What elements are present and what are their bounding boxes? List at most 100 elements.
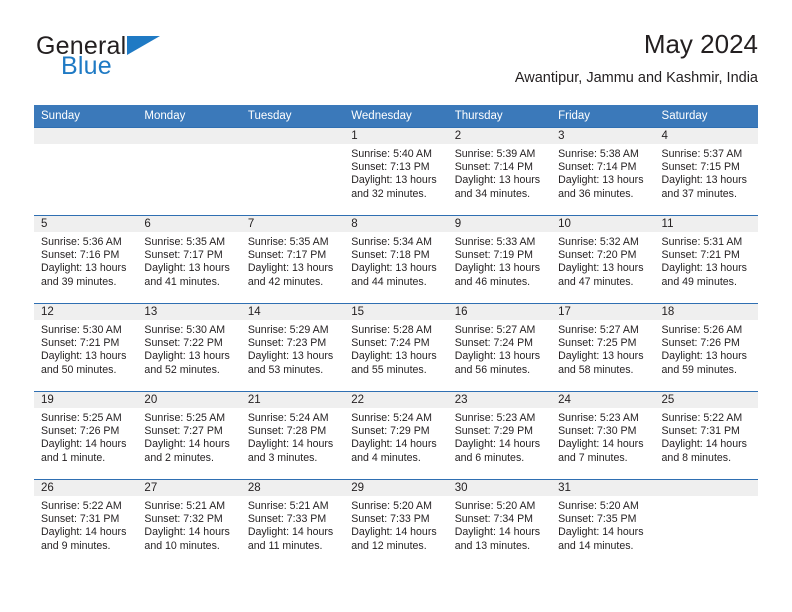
calendar-day-cell[interactable] bbox=[240, 127, 345, 216]
calendar-day-cell[interactable]: 14 Sunrise: 5:29 AM Sunset: 7:23 PM Dayligh… bbox=[240, 303, 345, 392]
sunset-time: Sunset: 7:16 PM bbox=[41, 249, 120, 262]
calendar-day-cell[interactable]: 17 Sunrise: 5:27 AM Sunset: 7:25 PM Dayligh… bbox=[551, 303, 655, 392]
calendar-day-cell[interactable]: 28 Sunrise: 5:21 AM Sunset: 7:33 PM Dayligh… bbox=[240, 479, 345, 567]
calendar-day-cell[interactable]: 5 Sunrise: 5:36 AM Sunset: 7:16 PM Daylight… bbox=[34, 215, 138, 304]
calendar-day-cell[interactable]: 9 Sunrise: 5:33 AM Sunset: 7:19 PM Daylight… bbox=[447, 215, 552, 304]
daylight-duration-line2: and 11 minutes. bbox=[247, 539, 323, 552]
calendar-day-cell[interactable]: 21 Sunrise: 5:24 AM Sunset: 7:28 PM Dayligh… bbox=[240, 391, 345, 480]
daylight-duration-line1: Daylight: 14 hours bbox=[558, 438, 644, 451]
day-number: 20 bbox=[137, 392, 241, 408]
sunrise-time: Sunrise: 5:22 AM bbox=[41, 500, 122, 512]
calendar-day-cell[interactable]: 18 Sunrise: 5:26 AM Sunset: 7:26 PM Dayligh… bbox=[654, 303, 758, 392]
day-cell: 20 Sunrise: 5:25 AM Sunset: 7:27 PM Dayligh… bbox=[137, 392, 241, 479]
calendar-day-cell[interactable]: 30 Sunrise: 5:20 AM Sunset: 7:34 PM Dayligh… bbox=[447, 479, 552, 567]
day-details: Sunrise: 5:20 AM Sunset: 7:35 PM Daylight:… bbox=[551, 496, 654, 553]
day-cell: 22 Sunrise: 5:24 AM Sunset: 7:29 PM Dayligh… bbox=[344, 392, 448, 479]
daylight-duration-line1: Daylight: 13 hours bbox=[351, 174, 437, 187]
calendar-day-cell[interactable] bbox=[654, 479, 758, 567]
sunrise-time: Sunrise: 5:24 AM bbox=[351, 412, 432, 424]
daylight-duration-line2: and 34 minutes. bbox=[454, 187, 531, 200]
day-cell: 7 Sunrise: 5:35 AM Sunset: 7:17 PM Daylight… bbox=[240, 216, 345, 303]
sunset-time: Sunset: 7:19 PM bbox=[454, 249, 534, 262]
daylight-duration-line1: Daylight: 13 hours bbox=[558, 262, 644, 275]
daylight-duration-line1: Daylight: 13 hours bbox=[454, 350, 541, 363]
calendar-day-cell[interactable]: 31 Sunrise: 5:20 AM Sunset: 7:35 PM Dayligh… bbox=[551, 479, 655, 567]
sunrise-time: Sunrise: 5:23 AM bbox=[454, 412, 536, 424]
sunset-time: Sunset: 7:15 PM bbox=[661, 161, 740, 174]
calendar-day-cell[interactable]: 1 Sunrise: 5:40 AM Sunset: 7:13 PM Daylight… bbox=[344, 127, 448, 216]
calendar-day-cell[interactable]: 25 Sunrise: 5:22 AM Sunset: 7:31 PM Dayligh… bbox=[654, 391, 758, 480]
daylight-duration-line2: and 8 minutes. bbox=[661, 451, 732, 464]
calendar-day-cell[interactable]: 20 Sunrise: 5:25 AM Sunset: 7:27 PM Dayligh… bbox=[137, 391, 241, 480]
calendar-day-cell[interactable]: 2 Sunrise: 5:39 AM Sunset: 7:14 PM Daylight… bbox=[447, 127, 552, 216]
calendar-day-cell[interactable]: 16 Sunrise: 5:27 AM Sunset: 7:24 PM Dayligh… bbox=[447, 303, 552, 392]
calendar-day-cell[interactable]: 15 Sunrise: 5:28 AM Sunset: 7:24 PM Dayligh… bbox=[344, 303, 448, 392]
weekday-header-sunday: Sunday bbox=[34, 105, 138, 128]
sunset-time: Sunset: 7:21 PM bbox=[661, 249, 740, 262]
day-details: Sunrise: 5:30 AM Sunset: 7:22 PM Daylight:… bbox=[137, 320, 240, 377]
sunset-time: Sunset: 7:33 PM bbox=[247, 513, 327, 526]
calendar-day-cell[interactable] bbox=[34, 127, 138, 216]
page-subtitle: Awantipur, Jammu and Kashmir, India bbox=[514, 70, 758, 86]
sunrise-time: Sunrise: 5:27 AM bbox=[454, 324, 536, 336]
day-details: Sunrise: 5:27 AM Sunset: 7:24 PM Daylight:… bbox=[448, 320, 551, 377]
day-cell: 19 Sunrise: 5:25 AM Sunset: 7:26 PM Dayligh… bbox=[34, 392, 138, 479]
calendar-day-cell[interactable]: 3 Sunrise: 5:38 AM Sunset: 7:14 PM Daylight… bbox=[551, 127, 655, 216]
day-cell: 28 Sunrise: 5:21 AM Sunset: 7:33 PM Dayligh… bbox=[240, 480, 345, 567]
daylight-duration-line1: Daylight: 13 hours bbox=[454, 262, 541, 275]
day-cell: 3 Sunrise: 5:38 AM Sunset: 7:14 PM Daylight… bbox=[551, 128, 655, 215]
calendar-day-cell[interactable]: 11 Sunrise: 5:31 AM Sunset: 7:21 PM Dayligh… bbox=[654, 215, 758, 304]
daylight-duration-line2: and 42 minutes. bbox=[247, 275, 324, 288]
calendar-day-cell[interactable]: 24 Sunrise: 5:23 AM Sunset: 7:30 PM Dayligh… bbox=[551, 391, 655, 480]
sunrise-time: Sunrise: 5:37 AM bbox=[661, 148, 743, 160]
day-cell: 10 Sunrise: 5:32 AM Sunset: 7:20 PM Dayligh… bbox=[551, 216, 655, 303]
calendar-day-cell[interactable]: 7 Sunrise: 5:35 AM Sunset: 7:17 PM Daylight… bbox=[240, 215, 345, 304]
calendar-day-cell[interactable]: 6 Sunrise: 5:35 AM Sunset: 7:17 PM Daylight… bbox=[137, 215, 241, 304]
calendar-day-cell[interactable]: 22 Sunrise: 5:24 AM Sunset: 7:29 PM Dayligh… bbox=[344, 391, 448, 480]
sunrise-time: Sunrise: 5:32 AM bbox=[558, 236, 639, 248]
calendar-week-row: 12 Sunrise: 5:30 AM Sunset: 7:21 PM Dayligh… bbox=[34, 303, 758, 392]
daylight-duration-line2: and 39 minutes. bbox=[41, 275, 117, 288]
daylight-duration-line2: and 50 minutes. bbox=[41, 363, 117, 376]
calendar-day-cell[interactable]: 4 Sunrise: 5:37 AM Sunset: 7:15 PM Daylight… bbox=[654, 127, 758, 216]
day-number: 21 bbox=[240, 392, 345, 408]
daylight-duration-line2: and 3 minutes. bbox=[247, 451, 318, 464]
sunrise-time: Sunrise: 5:21 AM bbox=[144, 500, 226, 512]
weekday-header-tuesday: Tuesday bbox=[240, 105, 345, 128]
day-cell: 16 Sunrise: 5:27 AM Sunset: 7:24 PM Dayligh… bbox=[447, 304, 552, 391]
day-cell: 2 Sunrise: 5:39 AM Sunset: 7:14 PM Daylight… bbox=[447, 128, 552, 215]
calendar-day-cell[interactable]: 19 Sunrise: 5:25 AM Sunset: 7:26 PM Dayligh… bbox=[34, 391, 138, 480]
daylight-duration-line1: Daylight: 14 hours bbox=[144, 438, 230, 451]
daylight-duration-line2: and 4 minutes. bbox=[351, 451, 421, 464]
daylight-duration-line1: Daylight: 13 hours bbox=[247, 350, 334, 363]
day-details: Sunrise: 5:30 AM Sunset: 7:21 PM Daylight:… bbox=[34, 320, 137, 377]
calendar-day-cell[interactable]: 13 Sunrise: 5:30 AM Sunset: 7:22 PM Dayligh… bbox=[137, 303, 241, 392]
calendar-day-cell[interactable]: 27 Sunrise: 5:21 AM Sunset: 7:32 PM Dayligh… bbox=[137, 479, 241, 567]
day-number bbox=[137, 128, 241, 144]
daylight-duration-line2: and 56 minutes. bbox=[454, 363, 531, 376]
sunrise-time: Sunrise: 5:20 AM bbox=[454, 500, 536, 512]
calendar-day-cell[interactable]: 23 Sunrise: 5:23 AM Sunset: 7:29 PM Dayligh… bbox=[447, 391, 552, 480]
daylight-duration-line1: Daylight: 14 hours bbox=[454, 438, 541, 451]
sunrise-time: Sunrise: 5:33 AM bbox=[454, 236, 536, 248]
calendar-day-cell[interactable]: 26 Sunrise: 5:22 AM Sunset: 7:31 PM Dayligh… bbox=[34, 479, 138, 567]
daylight-duration-line2: and 44 minutes. bbox=[351, 275, 427, 288]
day-number: 7 bbox=[240, 216, 345, 232]
calendar-day-cell[interactable]: 8 Sunrise: 5:34 AM Sunset: 7:18 PM Daylight… bbox=[344, 215, 448, 304]
day-cell: 6 Sunrise: 5:35 AM Sunset: 7:17 PM Daylight… bbox=[137, 216, 241, 303]
day-cell: 5 Sunrise: 5:36 AM Sunset: 7:16 PM Daylight… bbox=[34, 216, 138, 303]
calendar-day-cell[interactable]: 12 Sunrise: 5:30 AM Sunset: 7:21 PM Dayligh… bbox=[34, 303, 138, 392]
day-cell: 25 Sunrise: 5:22 AM Sunset: 7:31 PM Dayligh… bbox=[654, 392, 758, 479]
day-number: 13 bbox=[137, 304, 241, 320]
general-blue-logo[interactable]: General Blue bbox=[34, 34, 254, 90]
calendar-day-cell[interactable]: 29 Sunrise: 5:20 AM Sunset: 7:33 PM Dayligh… bbox=[344, 479, 448, 567]
daylight-duration-line1: Daylight: 13 hours bbox=[144, 350, 230, 363]
day-details: Sunrise: 5:23 AM Sunset: 7:29 PM Daylight:… bbox=[448, 408, 551, 465]
calendar-day-cell[interactable] bbox=[137, 127, 241, 216]
day-cell: 1 Sunrise: 5:40 AM Sunset: 7:13 PM Daylight… bbox=[344, 128, 448, 215]
calendar-day-cell[interactable]: 10 Sunrise: 5:32 AM Sunset: 7:20 PM Dayligh… bbox=[551, 215, 655, 304]
sunset-time: Sunset: 7:29 PM bbox=[454, 425, 534, 438]
logo-triangle-icon bbox=[127, 36, 160, 55]
sunset-time: Sunset: 7:24 PM bbox=[351, 337, 430, 350]
day-details: Sunrise: 5:33 AM Sunset: 7:19 PM Daylight:… bbox=[448, 232, 551, 289]
